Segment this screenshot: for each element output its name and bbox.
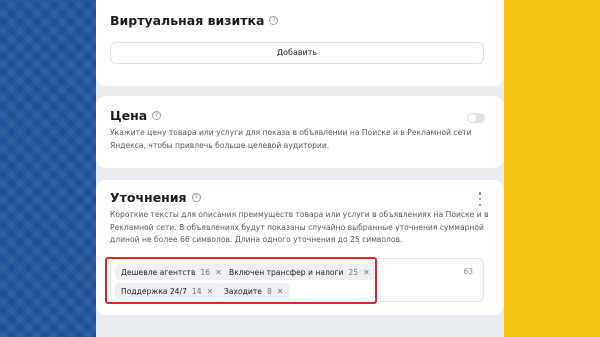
callouts-title-row: Уточнения ? <box>110 190 201 205</box>
kebab-menu-icon[interactable] <box>477 192 483 206</box>
help-icon[interactable]: ? <box>269 16 279 25</box>
vcard-title: Виртуальная визитка <box>110 13 265 28</box>
add-vcard-button[interactable]: Добавить <box>110 42 484 64</box>
price-title: Цена <box>110 108 148 123</box>
remaining-chars-counter: 63 <box>463 267 473 276</box>
vcard-title-row: Виртуальная визитка ? <box>110 13 279 28</box>
callouts-title: Уточнения <box>110 190 187 205</box>
callouts-description: Короткие тексты для описания преимуществ… <box>110 210 489 244</box>
vcard-section: Виртуальная визитка ? Добавить <box>96 0 504 86</box>
help-icon[interactable]: ? <box>191 193 201 202</box>
highlight-frame <box>105 257 377 304</box>
toggle-knob <box>468 114 476 122</box>
help-icon[interactable]: ? <box>152 111 162 120</box>
price-toggle[interactable] <box>467 113 485 123</box>
price-section: Цена ? Укажите цену товара или услуги дл… <box>96 96 504 168</box>
price-title-row: Цена ? <box>110 108 162 123</box>
price-description: Укажите цену товара или услуги для показ… <box>110 128 472 150</box>
